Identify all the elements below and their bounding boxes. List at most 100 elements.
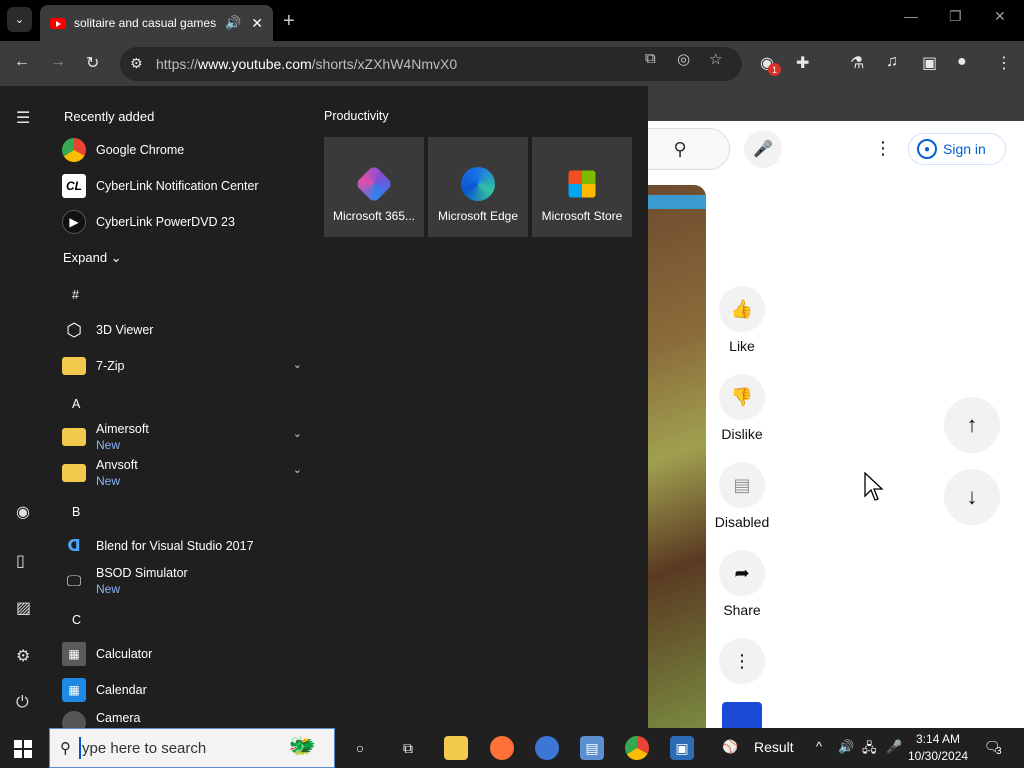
task-view-icon[interactable]: ⧉ bbox=[396, 736, 420, 760]
pinned-app-icon[interactable]: ▣ bbox=[670, 736, 694, 760]
chrome-menu-icon[interactable]: ⋮ bbox=[996, 53, 1012, 73]
volume-icon[interactable]: 🔊 bbox=[838, 739, 854, 755]
side-panel-icon[interactable]: ▣ bbox=[922, 53, 937, 73]
windows-start-button[interactable] bbox=[14, 740, 32, 758]
firefox-icon[interactable] bbox=[490, 736, 514, 760]
app-3d-viewer[interactable]: ⬡ 3D Viewer bbox=[62, 315, 302, 345]
app-label: 3D Viewer bbox=[96, 323, 154, 337]
profile-icon[interactable]: ● bbox=[957, 53, 967, 71]
show-hidden-icons[interactable]: ^ bbox=[816, 739, 822, 754]
app-folder-anvsoft[interactable]: Anvsoft New ⌄ bbox=[62, 456, 302, 490]
share-action[interactable]: ➦ Share bbox=[712, 550, 772, 618]
settings-gear-icon[interactable]: ⚙ bbox=[16, 646, 30, 666]
expand-button[interactable]: Expand ⌄ bbox=[63, 250, 122, 266]
file-explorer-icon[interactable] bbox=[444, 736, 468, 760]
voice-search-button[interactable]: 🎤 bbox=[744, 130, 782, 168]
share-icon[interactable]: ➦ bbox=[719, 550, 765, 596]
app-blend-vs2017[interactable]: ᗡ Blend for Visual Studio 2017 bbox=[62, 531, 302, 561]
start-rail: ☰ ◉ ▯ ▨ ⚙ ⏻ bbox=[0, 86, 48, 728]
app-label: Calculator bbox=[96, 647, 153, 661]
cortana-icon[interactable]: ○ bbox=[348, 736, 372, 760]
network-icon[interactable]: 🖧 bbox=[862, 739, 877, 761]
letter-header-b[interactable]: B bbox=[72, 505, 80, 519]
restore-button[interactable]: ❐ bbox=[949, 8, 962, 25]
media-controls-icon[interactable]: ♫ bbox=[886, 53, 898, 71]
app-icon[interactable]: ▤ bbox=[580, 736, 604, 760]
tab-strip: ⌄ solitaire and casual games 🔊 ✕ + — ❐ ✕ bbox=[0, 0, 1024, 41]
chrome-icon bbox=[62, 138, 86, 162]
url-domain: www.youtube.com bbox=[198, 56, 312, 72]
tile-label: Microsoft 365... bbox=[332, 209, 416, 223]
microphone-icon[interactable]: 🎤 bbox=[886, 739, 902, 755]
app-calendar[interactable]: ▦ Calendar bbox=[62, 675, 302, 705]
close-tab-icon[interactable]: ✕ bbox=[251, 15, 263, 32]
app-label: CyberLink Notification Center bbox=[96, 179, 259, 193]
app-google-chrome[interactable]: Google Chrome bbox=[62, 135, 302, 165]
letter-header-hash[interactable]: # bbox=[72, 288, 79, 302]
weather-widget-label[interactable]: Result bbox=[754, 739, 794, 755]
forward-button[interactable]: → bbox=[50, 53, 66, 71]
app-bsod-simulator[interactable]: 🖵 BSOD Simulator New bbox=[62, 564, 302, 598]
app-label: CyberLink PowerDVD 23 bbox=[96, 215, 235, 229]
comments-action: ▤ Disabled bbox=[712, 462, 772, 530]
more-vert-icon[interactable]: ⋮ bbox=[719, 638, 765, 684]
comment-icon: ▤ bbox=[719, 462, 765, 508]
microphone-icon: 🎤 bbox=[753, 141, 773, 158]
app-calculator[interactable]: ▦ Calculator bbox=[62, 639, 302, 669]
app-label: Anvsoft bbox=[96, 458, 138, 472]
sign-in-label: Sign in bbox=[943, 141, 986, 157]
thumbs-down-icon[interactable]: 👎 bbox=[719, 374, 765, 420]
bookmark-star-icon[interactable]: ☆ bbox=[709, 50, 722, 68]
tracking-blocked-icon[interactable]: ◎ bbox=[677, 50, 690, 68]
thumbs-up-icon[interactable]: 👍 bbox=[719, 286, 765, 332]
labs-flask-icon[interactable]: ⚗ bbox=[850, 53, 864, 73]
tab-search-dropdown[interactable]: ⌄ bbox=[7, 7, 32, 32]
app-folder-7zip[interactable]: 7-Zip ⌄ bbox=[62, 351, 302, 381]
chevron-down-icon: ⌄ bbox=[292, 359, 302, 371]
close-window-button[interactable]: ✕ bbox=[994, 8, 1006, 25]
tile-microsoft-365[interactable]: Microsoft 365... bbox=[324, 137, 424, 237]
mouse-cursor-icon bbox=[864, 472, 884, 501]
documents-icon[interactable]: ▯ bbox=[16, 551, 25, 571]
power-icon[interactable]: ⏻ bbox=[16, 694, 29, 712]
sign-in-button[interactable]: ● Sign in bbox=[908, 133, 1006, 165]
expand-label: Expand bbox=[63, 250, 108, 265]
chromium-icon[interactable] bbox=[535, 736, 559, 760]
letter-header-a[interactable]: A bbox=[72, 397, 80, 411]
next-short-button[interactable]: ↓ bbox=[944, 469, 1000, 525]
new-tab-button[interactable]: + bbox=[283, 10, 295, 33]
user-account-icon[interactable]: ◉ bbox=[16, 502, 30, 522]
install-app-icon[interactable]: ⧉ bbox=[645, 50, 656, 67]
reload-button[interactable]: ↻ bbox=[86, 53, 99, 73]
tile-microsoft-store[interactable]: Microsoft Store bbox=[532, 137, 632, 237]
youtube-more-button[interactable]: ⋮ bbox=[874, 138, 892, 159]
like-action[interactable]: 👍 Like bbox=[712, 286, 772, 354]
app-cyberlink-notification[interactable]: CL CyberLink Notification Center bbox=[62, 171, 302, 201]
text-caret bbox=[79, 737, 81, 759]
folder-icon bbox=[62, 428, 86, 446]
letter-header-c[interactable]: C bbox=[72, 613, 81, 627]
minimize-button[interactable]: — bbox=[904, 8, 918, 24]
tab-youtube[interactable]: solitaire and casual games 🔊 ✕ bbox=[40, 5, 273, 41]
app-cyberlink-powerdvd[interactable]: ▶ CyberLink PowerDVD 23 bbox=[62, 207, 302, 237]
back-button[interactable]: ← bbox=[14, 53, 30, 71]
speaker-icon[interactable]: 🔊 bbox=[225, 15, 241, 31]
site-settings-icon[interactable]: ⚙ bbox=[130, 55, 143, 72]
tile-microsoft-edge[interactable]: Microsoft Edge bbox=[428, 137, 528, 237]
hamburger-menu-icon[interactable]: ☰ bbox=[16, 108, 30, 128]
weather-widget-icon[interactable]: ⚾ bbox=[722, 739, 738, 755]
clock[interactable]: 3:14 AM 10/30/2024 bbox=[908, 731, 968, 765]
taskbar-search-box[interactable]: ⚲ ype here to search 🐲 bbox=[49, 728, 335, 768]
previous-short-button[interactable]: ↑ bbox=[944, 397, 1000, 453]
more-actions[interactable]: ⋮ bbox=[712, 638, 772, 690]
dislike-action[interactable]: 👎 Dislike bbox=[712, 374, 772, 442]
channel-thumbnail[interactable] bbox=[722, 702, 762, 728]
tab-title: solitaire and casual games bbox=[74, 16, 217, 30]
account-icon: ● bbox=[917, 139, 937, 159]
chrome-taskbar-icon[interactable] bbox=[625, 736, 649, 760]
extensions-puzzle-icon[interactable]: ✚ bbox=[796, 53, 809, 73]
app-camera[interactable]: Camera bbox=[62, 711, 302, 728]
chevron-down-icon: ⌄ bbox=[292, 428, 302, 440]
app-folder-aimersoft[interactable]: Aimersoft New ⌄ bbox=[62, 420, 302, 454]
pictures-icon[interactable]: ▨ bbox=[16, 598, 31, 618]
